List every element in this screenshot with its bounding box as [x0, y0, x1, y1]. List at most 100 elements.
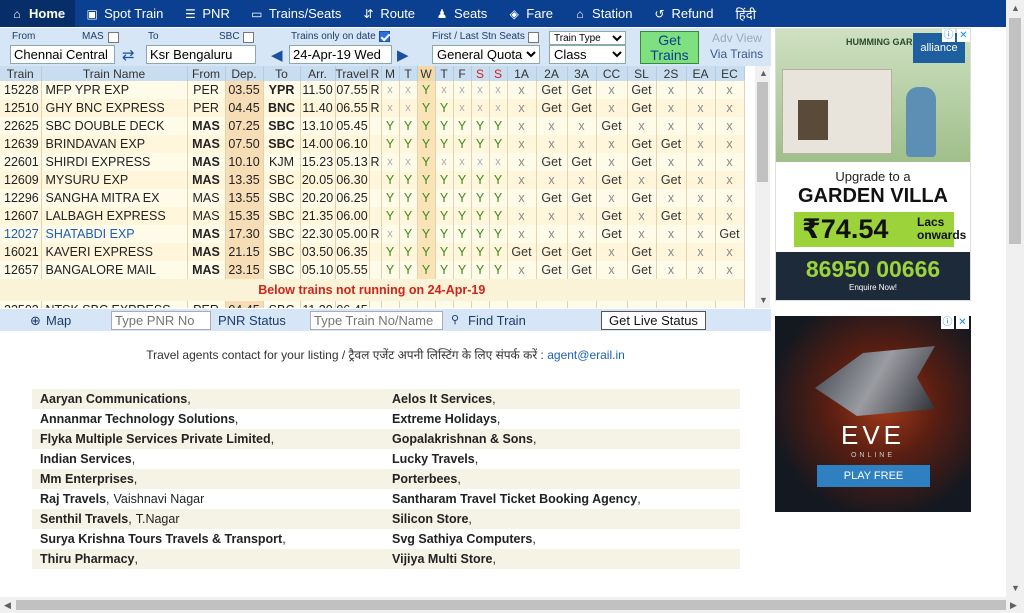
- table-row[interactable]: 22503NTSK SBC EXPRESSPER04.45SBC11.2006.…: [0, 301, 745, 308]
- map-icon[interactable]: ⊕: [30, 313, 41, 329]
- class-availability[interactable]: Get: [627, 135, 657, 153]
- find-train-button[interactable]: Find Train: [468, 313, 526, 328]
- train-number[interactable]: 15228: [0, 81, 42, 99]
- agent-entry[interactable]: Santharam Travel Ticket Booking Agency,: [384, 492, 736, 506]
- train-number[interactable]: 22601: [0, 153, 42, 171]
- class-availability[interactable]: Get: [627, 99, 657, 117]
- page-scroll-up-icon[interactable]: ▲: [1011, 3, 1020, 13]
- map-link[interactable]: Map: [46, 313, 71, 328]
- get-trains-button[interactable]: Get Trains: [640, 31, 699, 64]
- class-availability[interactable]: Get: [536, 243, 568, 261]
- via-trains-link[interactable]: Via Trains: [710, 47, 763, 61]
- agent-entry[interactable]: Porterbees,: [384, 472, 736, 486]
- train-name[interactable]: GHY BNC EXPRESS: [41, 99, 188, 117]
- table-row[interactable]: 12609 MYSURU EXP MAS 13.35 SBC 20.05 06.30 Y Y Y Y…: [0, 171, 745, 189]
- search-icon[interactable]: ⚲: [451, 313, 459, 326]
- ad-close-icon-2[interactable]: ✕: [956, 316, 969, 329]
- table-row[interactable]: 22625 SBC DOUBLE DECK MAS 07.25 SBC 13.10 05.4…: [0, 117, 745, 135]
- table-row[interactable]: 12607 LALBAGH EXPRESS MAS 15.35 SBC 21.35 06.0…: [0, 207, 745, 225]
- train-number[interactable]: 12609: [0, 171, 42, 189]
- eve-online-ad[interactable]: EVE ONLINE PLAY FREE ⓘ ✕: [775, 316, 971, 512]
- agent-entry[interactable]: Mm Enterprises,: [32, 472, 384, 486]
- agent-entry[interactable]: Aaryan Communications,: [32, 392, 384, 406]
- adv-view-link[interactable]: Adv View: [712, 31, 762, 45]
- class-availability[interactable]: Get: [536, 99, 568, 117]
- nav-seats[interactable]: ♟ Seats: [425, 0, 497, 27]
- page-vertical-scrollbar[interactable]: ▲ ▼: [1006, 0, 1024, 597]
- agent-entry[interactable]: Flyka Multiple Services Private Limited,: [32, 432, 384, 446]
- class-availability[interactable]: Get: [536, 153, 568, 171]
- class-availability[interactable]: Get: [567, 243, 597, 261]
- class-availability[interactable]: Get: [596, 171, 628, 189]
- live-status-button[interactable]: Get Live Status: [601, 311, 706, 330]
- class-availability[interactable]: Get: [596, 225, 628, 243]
- nav-hindi[interactable]: हिंदी: [723, 0, 766, 27]
- date-only-checkbox[interactable]: [379, 31, 390, 42]
- train-name[interactable]: BANGALORE MAIL: [41, 261, 188, 279]
- table-row[interactable]: 12296 SANGHA MITRA EX MAS 13.55 SBC 20.20 06.2…: [0, 189, 745, 207]
- train-search-input[interactable]: [310, 311, 443, 330]
- train-name[interactable]: KAVERI EXPRESS: [41, 243, 188, 261]
- class-availability[interactable]: Get: [656, 135, 687, 153]
- agent-entry[interactable]: Thiru Pharmacy,: [32, 552, 384, 566]
- to-station-input[interactable]: [146, 45, 256, 64]
- agent-entry[interactable]: Gopalakrishnan & Sons,: [384, 432, 736, 446]
- nav-refund[interactable]: ↺ Refund: [643, 0, 724, 27]
- class-availability[interactable]: Get: [596, 117, 628, 135]
- play-free-button[interactable]: PLAY FREE: [817, 465, 930, 487]
- table-scroll-thumb[interactable]: [757, 82, 768, 182]
- agent-entry[interactable]: Svg Sathiya Computers,: [384, 532, 736, 546]
- agent-entry[interactable]: Senthil Travels, T.Nagar: [32, 512, 384, 526]
- train-number[interactable]: 12639: [0, 135, 42, 153]
- table-row[interactable]: 16021 KAVERI EXPRESS MAS 21.15 SBC 03.50 06.35…: [0, 243, 745, 261]
- train-name[interactable]: SHATABDI EXP: [41, 225, 188, 243]
- train-number[interactable]: 12510: [0, 99, 42, 117]
- nav-pnr[interactable]: ☰ PNR: [173, 0, 239, 27]
- table-row[interactable]: 12639 BRINDAVAN EXP MAS 07.50 SBC 14.00 06.10 Y…: [0, 135, 745, 153]
- scroll-up-icon[interactable]: ▲: [759, 68, 768, 78]
- class-select[interactable]: Class: [549, 45, 626, 64]
- swap-icon[interactable]: ⇄: [122, 46, 135, 64]
- class-availability[interactable]: Get: [567, 99, 597, 117]
- from-station-input[interactable]: [10, 45, 115, 64]
- page-scroll-down-icon[interactable]: ▼: [1011, 583, 1020, 593]
- villa-ad[interactable]: HUMMING GARDENS alliance Upgrade to a GA…: [775, 28, 971, 301]
- class-availability[interactable]: Get: [567, 81, 597, 99]
- class-availability[interactable]: Get: [536, 189, 568, 207]
- class-availability[interactable]: Get: [715, 225, 745, 243]
- scroll-down-icon[interactable]: ▼: [759, 295, 768, 305]
- from-code-checkbox[interactable]: [108, 32, 119, 43]
- page-scroll-thumb[interactable]: [1009, 18, 1021, 244]
- train-name[interactable]: SHIRDI EXPRESS: [41, 153, 188, 171]
- train-name[interactable]: SBC DOUBLE DECK: [41, 117, 188, 135]
- page-horizontal-scrollbar[interactable]: ◀ ▶: [0, 597, 1024, 613]
- agent-entry[interactable]: Extreme Holidays,: [384, 412, 736, 426]
- class-availability[interactable]: Get: [627, 189, 657, 207]
- ad-close-icon[interactable]: ✕: [957, 29, 970, 42]
- nav-spot-train[interactable]: ▣ Spot Train: [75, 0, 173, 27]
- table-row[interactable]: 12657 BANGALORE MAIL MAS 23.15 SBC 05.10 05.55…: [0, 261, 745, 279]
- train-number[interactable]: 12607: [0, 207, 42, 225]
- table-scrollbar[interactable]: ▲ ▼: [755, 66, 770, 308]
- class-availability[interactable]: Get: [627, 261, 657, 279]
- nav-fare[interactable]: ◈ Fare: [497, 0, 563, 27]
- class-availability[interactable]: Get: [627, 153, 657, 171]
- pnr-status-button[interactable]: PNR Status: [218, 313, 286, 328]
- class-availability[interactable]: Get: [536, 81, 568, 99]
- class-availability[interactable]: Get: [596, 207, 628, 225]
- train-number[interactable]: 22625: [0, 117, 42, 135]
- agent-entry[interactable]: Annanmar Technology Solutions,: [32, 412, 384, 426]
- page-hscroll-thumb[interactable]: [16, 600, 1006, 610]
- agent-entry[interactable]: Indian Services,: [32, 452, 384, 466]
- class-availability[interactable]: Get: [567, 153, 597, 171]
- adchoices-icon-2[interactable]: ⓘ: [941, 316, 954, 329]
- train-number[interactable]: 12027: [0, 225, 42, 243]
- table-row[interactable]: 12510 GHY BNC EXPRESS PER 04.45 BNC 11.40 06.5…: [0, 99, 745, 117]
- train-name[interactable]: BRINDAVAN EXP: [41, 135, 188, 153]
- table-row[interactable]: 15228 MFP YPR EXP PER 03.55 YPR 11.50 07.55 Rx x…: [0, 81, 745, 99]
- class-availability[interactable]: Get: [536, 261, 568, 279]
- class-availability[interactable]: Get: [656, 171, 687, 189]
- nav-route[interactable]: ⇵ Route: [351, 0, 425, 27]
- class-availability[interactable]: Get: [567, 261, 597, 279]
- train-name[interactable]: MFP YPR EXP: [41, 81, 188, 99]
